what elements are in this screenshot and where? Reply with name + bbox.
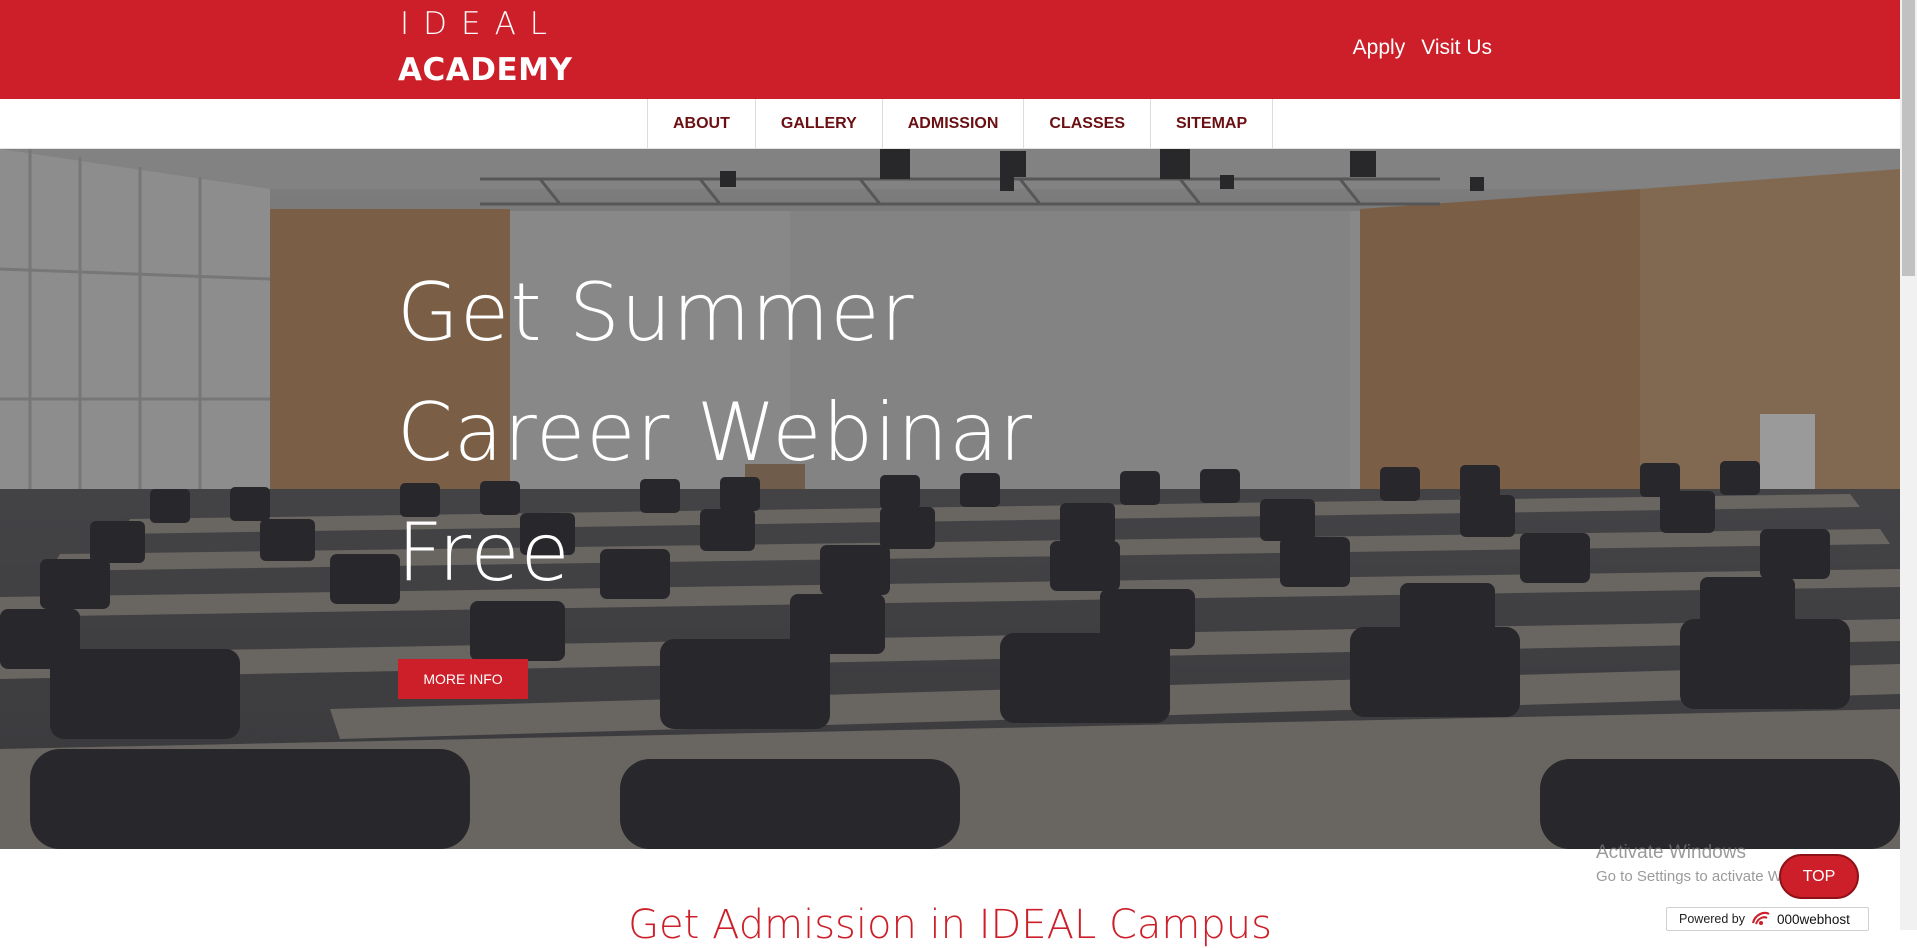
- page-scrollbar[interactable]: [1900, 0, 1917, 930]
- nav-sitemap[interactable]: SITEMAP: [1150, 99, 1274, 148]
- back-to-top-button[interactable]: TOP: [1779, 854, 1859, 899]
- apply-link[interactable]: Apply: [1353, 36, 1406, 60]
- visit-us-link[interactable]: Visit Us: [1421, 36, 1492, 60]
- admission-section-title: Get Admission in IDEAL Campus: [628, 902, 1272, 948]
- hero-title-line-3: Free: [397, 506, 571, 599]
- nav-admission[interactable]: ADMISSION: [881, 99, 1024, 148]
- header-links: Apply Visit Us: [1353, 36, 1492, 60]
- hero-banner: Get Summer Career Webinar Free MORE INFO: [0, 149, 1900, 849]
- nav-about[interactable]: ABOUT: [647, 99, 755, 148]
- hero-title-line-2: Career Webinar: [397, 386, 1034, 479]
- hero-title: Get Summer Career Webinar Free: [397, 253, 1033, 613]
- webhost-logo-icon: [1751, 910, 1771, 929]
- main-nav: ABOUT GALLERY ADMISSION CLASSES SITEMAP: [0, 99, 1900, 149]
- logo-ideal[interactable]: IDEAL: [400, 6, 561, 42]
- powered-by-brand: 000webhost: [1777, 911, 1850, 927]
- nav-gallery[interactable]: GALLERY: [754, 99, 882, 148]
- powered-by-label: Powered by: [1679, 912, 1746, 926]
- powered-by-badge[interactable]: Powered by 000webhost: [1666, 907, 1869, 931]
- more-info-button[interactable]: MORE INFO: [398, 659, 528, 699]
- nav-classes[interactable]: CLASSES: [1023, 99, 1150, 148]
- logo-academy[interactable]: ACADEMY: [398, 52, 572, 88]
- hero-title-line-1: Get Summer: [397, 266, 915, 359]
- scrollbar-thumb[interactable]: [1902, 0, 1915, 276]
- site-header: IDEAL ACADEMY Apply Visit Us: [0, 0, 1900, 99]
